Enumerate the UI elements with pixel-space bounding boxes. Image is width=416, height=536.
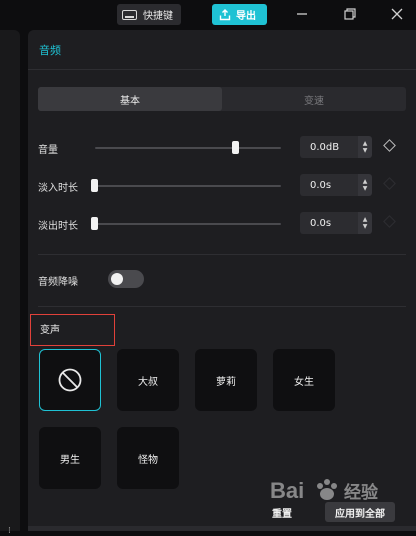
noise-reduction-label: 音频降噪 (38, 277, 78, 288)
keyframe-icon[interactable] (383, 139, 396, 152)
maximize-icon[interactable] (342, 6, 358, 22)
voice-option-none[interactable] (39, 349, 101, 411)
export-icon (219, 8, 231, 20)
voice-option-loli[interactable]: 萝莉 (195, 349, 257, 411)
panel-title: 音频 (39, 43, 61, 57)
noise-reduction-toggle[interactable] (108, 270, 144, 288)
fade-out-row: 淡出时长 0.0s ▲ ▼ (38, 212, 406, 236)
voice-option-male[interactable]: 男生 (39, 427, 101, 489)
chevron-down-icon[interactable]: ▼ (363, 223, 368, 230)
fade-out-label: 淡出时长 (38, 221, 78, 232)
fade-out-slider-track[interactable] (95, 223, 281, 225)
chevron-down-icon[interactable]: ▼ (363, 147, 368, 154)
chevron-down-icon[interactable]: ▼ (363, 185, 368, 192)
voice-option-uncle[interactable]: 大叔 (117, 349, 179, 411)
fade-in-slider-thumb[interactable] (91, 179, 98, 192)
fade-in-slider-track[interactable] (95, 185, 281, 187)
export-label: 导出 (236, 11, 256, 22)
tab-basic[interactable]: 基本 (38, 87, 222, 111)
chevron-up-icon[interactable]: ▲ (363, 216, 368, 223)
fade-out-slider-thumb[interactable] (91, 217, 98, 230)
handle-icon[interactable]: ⁞ (8, 526, 18, 536)
volume-label: 音量 (38, 145, 58, 156)
none-icon (58, 368, 82, 392)
shortcut-label: 快捷键 (143, 11, 173, 22)
panel-header: 音频 (28, 30, 416, 70)
apply-all-button[interactable]: 应用到全部 (325, 502, 395, 522)
keyframe-icon (383, 177, 396, 190)
volume-input[interactable]: 0.0dB (300, 136, 358, 158)
voice-option-monster[interactable]: 怪物 (117, 427, 179, 489)
left-panel-edge: ⁞ (0, 30, 20, 536)
reset-button[interactable]: 重置 (262, 502, 302, 522)
fade-out-input[interactable]: 0.0s (300, 212, 358, 234)
shortcut-button[interactable]: 快捷键 (117, 4, 181, 25)
chevron-up-icon[interactable]: ▲ (363, 178, 368, 185)
voice-option-female[interactable]: 女生 (273, 349, 335, 411)
tab-speed[interactable]: 变速 (222, 87, 406, 111)
tab-bar: 基本 变速 (38, 87, 406, 111)
close-icon[interactable] (389, 6, 405, 22)
volume-slider-track[interactable] (95, 147, 281, 149)
volume-slider-thumb[interactable] (231, 141, 239, 154)
keyboard-icon (122, 9, 137, 20)
fade-in-label: 淡入时长 (38, 183, 78, 194)
chevron-up-icon[interactable]: ▲ (363, 140, 368, 147)
title-bar: 快捷键 导出 (0, 0, 416, 30)
divider (38, 306, 406, 307)
noise-reduction-row: 音频降噪 (38, 268, 406, 292)
fade-in-row: 淡入时长 0.0s ▲ ▼ (38, 174, 406, 198)
voice-change-title: 变声 (30, 314, 115, 346)
toggle-knob (111, 273, 123, 285)
export-button[interactable]: 导出 (212, 4, 267, 25)
volume-row: 音量 0.0dB ▲ ▼ (38, 136, 406, 160)
fade-out-stepper[interactable]: ▲ ▼ (358, 212, 372, 234)
fade-in-input[interactable]: 0.0s (300, 174, 358, 196)
divider (38, 254, 406, 255)
volume-stepper[interactable]: ▲ ▼ (358, 136, 372, 158)
minimize-icon[interactable] (294, 6, 310, 22)
keyframe-icon (383, 215, 396, 228)
fade-in-stepper[interactable]: ▲ ▼ (358, 174, 372, 196)
audio-panel: 音频 基本 变速 音量 0.0dB ▲ ▼ 淡入时长 0.0s ▲ ▼ 淡出时长… (28, 30, 416, 531)
footer-scrollbar[interactable] (28, 526, 416, 531)
